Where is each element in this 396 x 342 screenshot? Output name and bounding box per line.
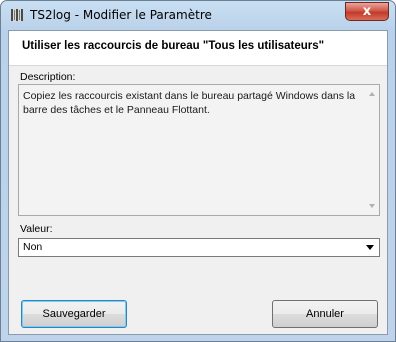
scroll-up-arrow-icon[interactable]	[369, 92, 375, 96]
chevron-down-icon	[366, 245, 374, 250]
description-textbox[interactable]: Copiez les raccourcis existant dans le b…	[18, 84, 380, 216]
description-label: Description:	[20, 71, 76, 83]
scroll-down-arrow-icon[interactable]	[369, 204, 375, 208]
window-title: TS2log - Modifier le Paramètre	[30, 8, 212, 22]
close-icon: x	[362, 4, 372, 19]
cancel-button[interactable]: Annuler	[272, 300, 378, 328]
description-text: Copiez les raccourcis existant dans le b…	[23, 90, 356, 116]
dialog-content: Utiliser les raccourcis de bureau "Tous …	[8, 30, 388, 335]
ts2log-app-icon	[11, 8, 23, 22]
dialog-header: Utiliser les raccourcis de bureau "Tous …	[9, 31, 387, 66]
dialog-window: TS2log - Modifier le Paramètre x Utilise…	[0, 0, 396, 342]
value-label: Valeur:	[20, 223, 53, 235]
setting-title: Utiliser les raccourcis de bureau "Tous …	[22, 40, 325, 52]
description-scrollbar[interactable]	[366, 85, 379, 215]
value-dropdown[interactable]: Non	[18, 238, 380, 257]
save-button[interactable]: Sauvegarder	[21, 300, 127, 328]
title-bar[interactable]: TS2log - Modifier le Paramètre x	[1, 1, 395, 29]
value-selected: Non	[23, 241, 43, 253]
close-button[interactable]: x	[345, 2, 389, 21]
